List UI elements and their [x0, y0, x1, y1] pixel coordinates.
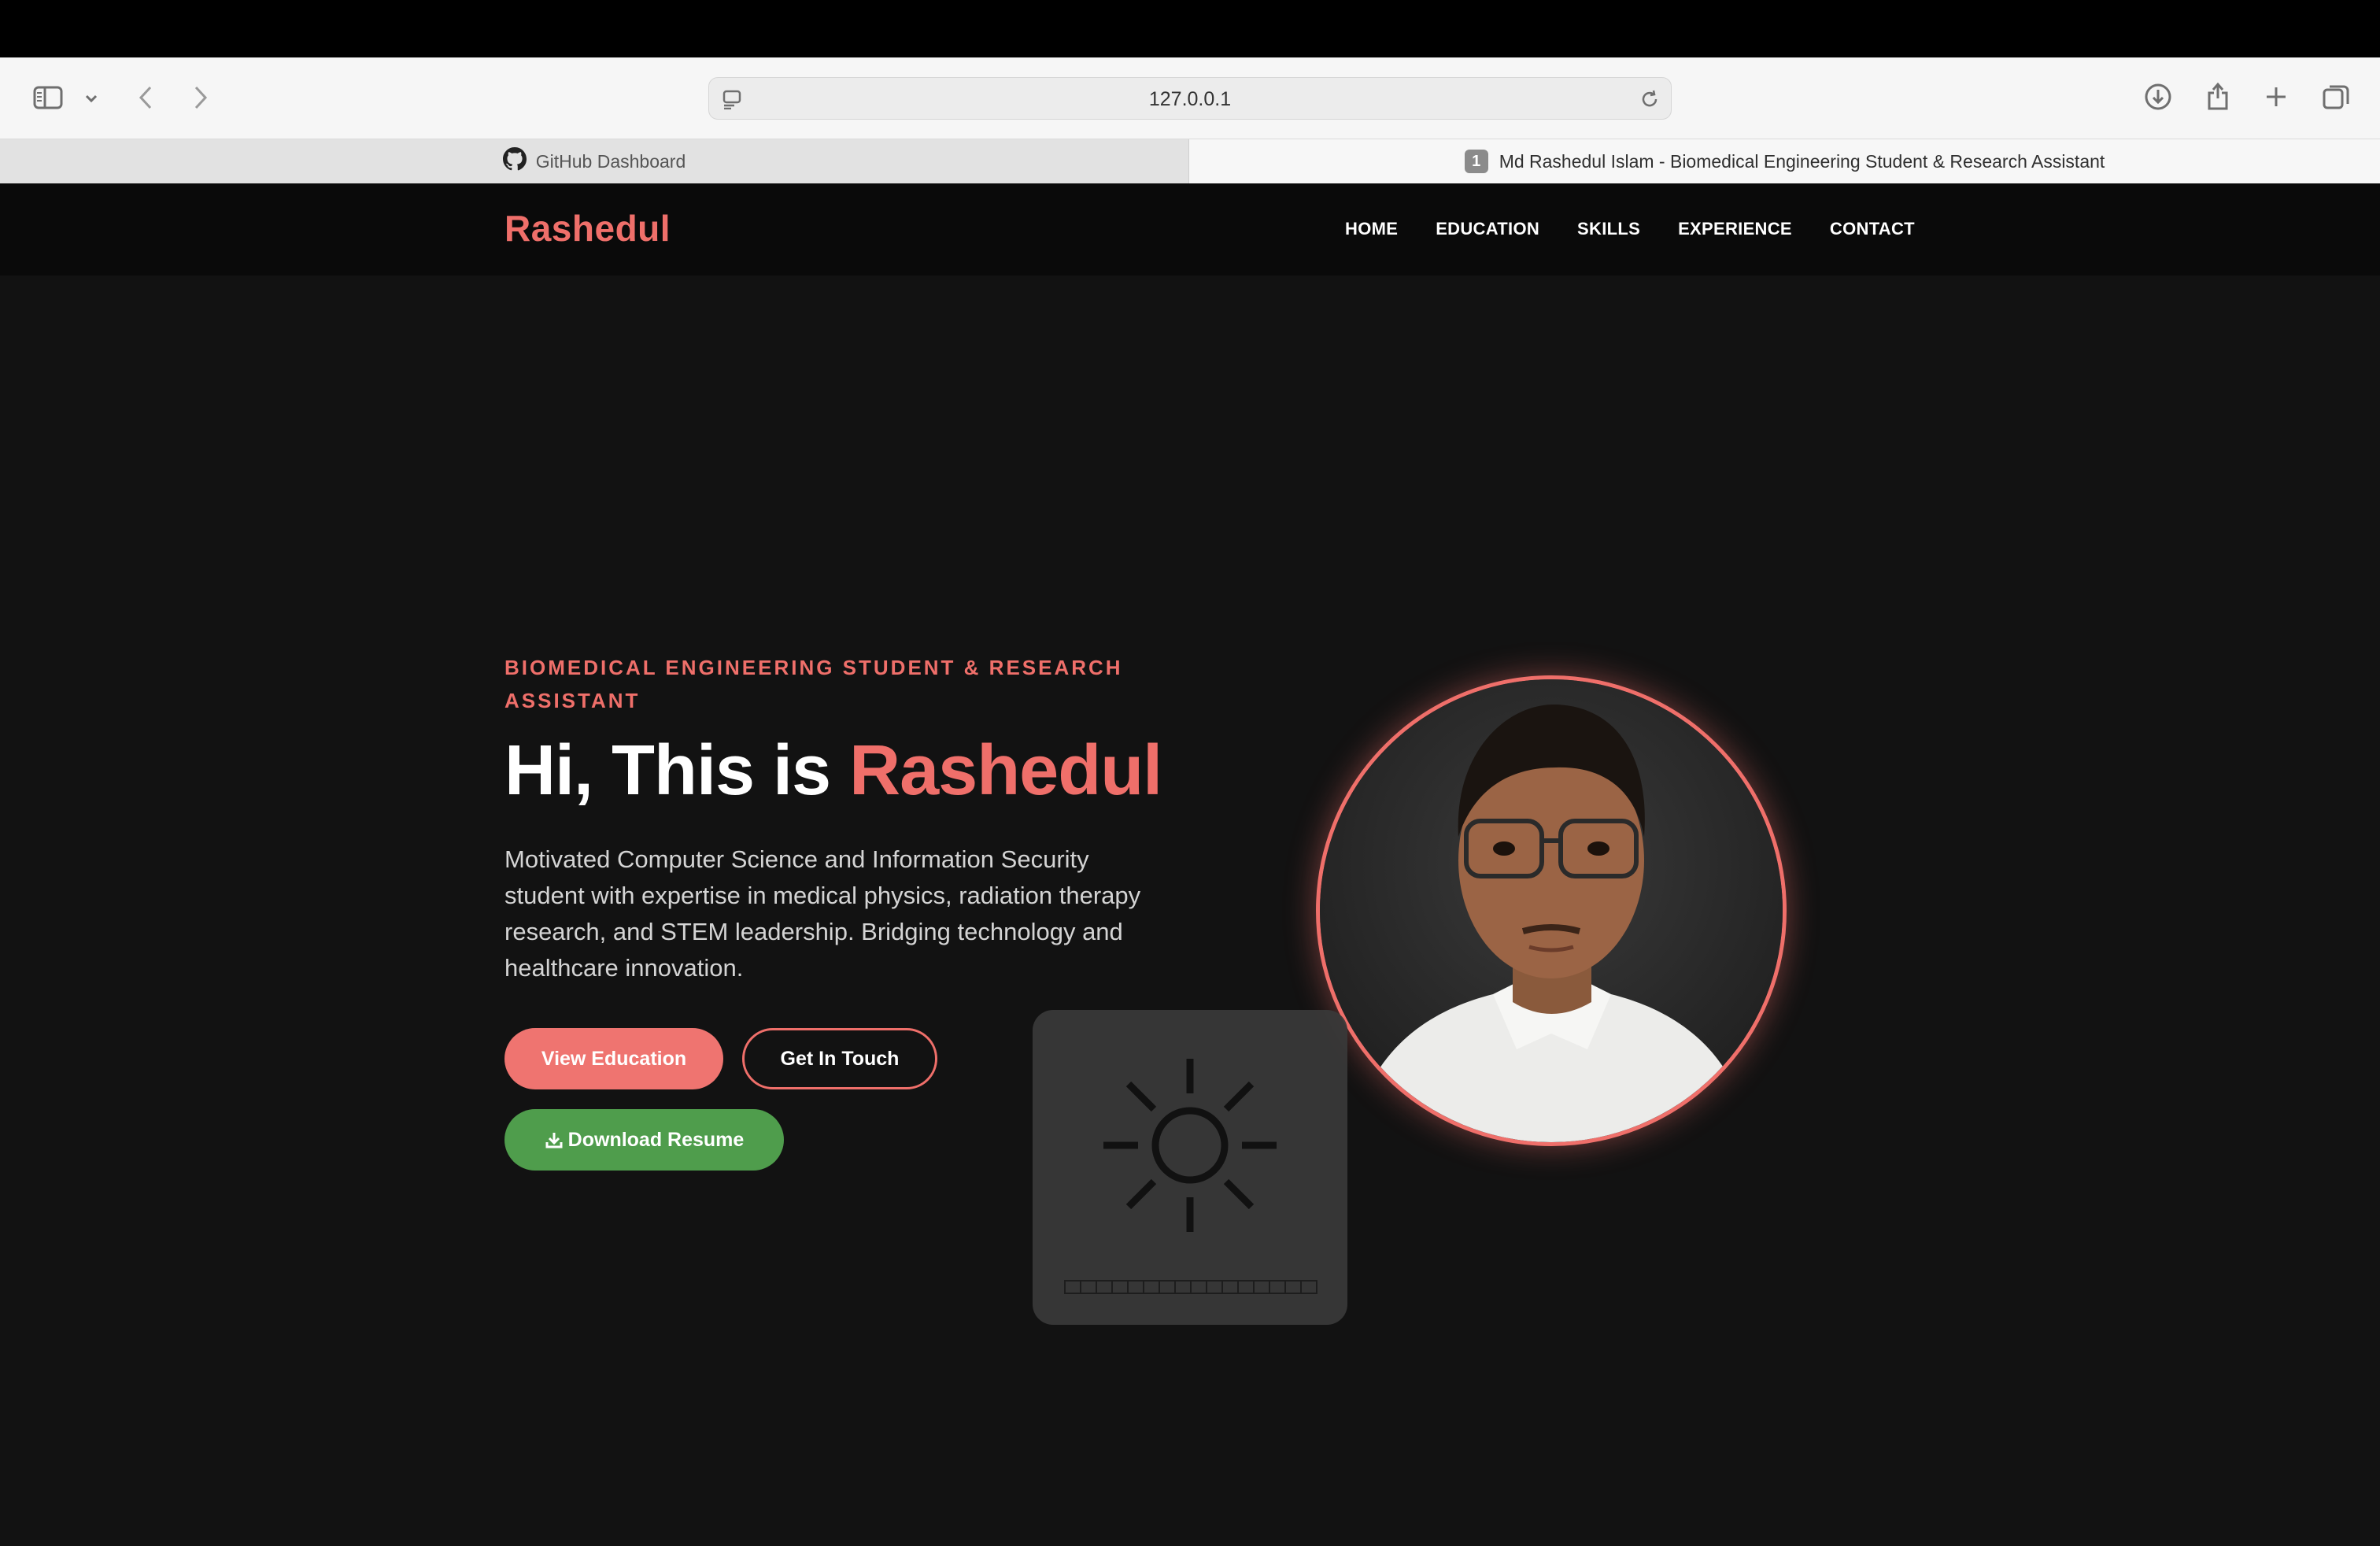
headline-prefix: Hi, This is	[504, 731, 850, 810]
download-icon[interactable]	[2142, 81, 2174, 113]
hero-description: Motivated Computer Science and Informati…	[504, 845, 1141, 982]
chevron-down-icon[interactable]	[82, 89, 101, 108]
download-icon	[545, 1133, 563, 1148]
nav-link-contact[interactable]: CONTACT	[1830, 219, 1915, 239]
back-icon[interactable]	[132, 83, 159, 113]
tab-badge: 1	[1464, 150, 1488, 173]
portrait-image	[1320, 679, 1783, 1142]
url-text[interactable]: 127.0.0.1	[709, 78, 1671, 120]
nav-link-skills[interactable]: SKILLS	[1577, 219, 1640, 239]
tab-portfolio[interactable]: 1 Md Rashedul Islam - Biomedical Enginee…	[1189, 139, 2380, 183]
nav-link-home[interactable]: HOME	[1345, 219, 1398, 239]
profile-photo	[1316, 675, 1787, 1146]
screen: 127.0.0.1 GitHub Dashboard 1 Md Rashedul	[0, 0, 2380, 1546]
brightness-hud	[1033, 1010, 1347, 1325]
get-in-touch-button[interactable]: Get In Touch	[742, 1028, 937, 1089]
top-bezel	[0, 0, 2380, 57]
tab-label: GitHub Dashboard	[535, 150, 686, 172]
tab-github-dashboard[interactable]: GitHub Dashboard	[0, 139, 1189, 183]
headline-name: Rashedul	[849, 731, 1162, 810]
brightness-sun-icon	[1103, 1059, 1277, 1232]
address-bar[interactable]: 127.0.0.1	[708, 77, 1672, 120]
reload-icon[interactable]	[1638, 87, 1661, 111]
tab-overview-icon[interactable]	[2320, 81, 2352, 113]
download-resume-label: Download Resume	[567, 1128, 745, 1151]
brand-logo[interactable]: Rashedul	[504, 207, 671, 250]
nav-link-experience[interactable]: EXPERIENCE	[1678, 219, 1792, 239]
share-icon[interactable]	[2202, 78, 2234, 113]
nav-links: HOME EDUCATION SKILLS EXPERIENCE CONTACT	[1345, 219, 1915, 239]
tab-strip: GitHub Dashboard 1 Md Rashedul Islam - B…	[0, 139, 2380, 183]
site-navbar: Rashedul HOME EDUCATION SKILLS EXPERIENC…	[0, 183, 2380, 276]
hero-eyebrow: BIOMEDICAL ENGINEERING STUDENT & RESEARC…	[504, 656, 1123, 712]
forward-icon[interactable]	[187, 83, 214, 113]
browser-toolbar: 127.0.0.1	[0, 57, 2380, 139]
nav-link-education[interactable]: EDUCATION	[1436, 219, 1539, 239]
sidebar-icon[interactable]	[31, 83, 65, 113]
download-resume-button[interactable]: Download Resume	[504, 1109, 784, 1171]
web-page: Rashedul HOME EDUCATION SKILLS EXPERIENC…	[0, 183, 2380, 1546]
github-icon	[502, 147, 527, 176]
brightness-level-meter	[1064, 1280, 1318, 1294]
view-education-button[interactable]: View Education	[504, 1028, 723, 1089]
tab-label: Md Rashedul Islam - Biomedical Engineeri…	[1499, 150, 2105, 172]
new-tab-icon[interactable]	[2260, 81, 2292, 113]
hero-headline: Hi, This is Rashedul	[504, 730, 1162, 812]
